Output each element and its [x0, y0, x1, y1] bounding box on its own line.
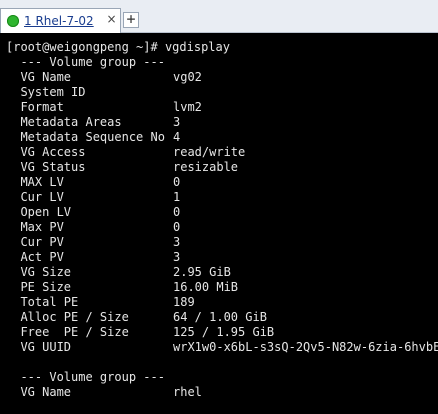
vg-field-value: wrX1w0-x6bL-s3sQ-2Qv5-N82w-6zia-6hvbE8 — [173, 340, 438, 354]
vg-field-label: VG Name — [6, 385, 72, 399]
terminal-output[interactable]: [root@weigongpeng ~]# vgdisplay --- Volu… — [0, 33, 438, 414]
vg-field-value: vg02 — [173, 70, 202, 84]
command-prompt-line: [root@weigongpeng ~]# vgdisplay — [6, 40, 230, 54]
vg-field-value: 1 — [173, 190, 181, 204]
vg-field-label: Format — [6, 100, 64, 114]
vg-field-label: Metadata Areas — [6, 115, 122, 129]
vg-field-label: VG Name — [6, 70, 72, 84]
vg-field-value: 125 / 1.95 GiB — [173, 325, 275, 339]
vg-field-value: 3 — [173, 235, 181, 249]
vg-field-value: 3 — [173, 250, 181, 264]
vg-field-label: MAX LV — [6, 175, 64, 189]
vg-field-value: 4 — [173, 130, 181, 144]
vg-field-label: Cur LV — [6, 190, 64, 204]
add-tab-button[interactable]: + — [123, 12, 139, 28]
vg-field-value: 2.95 GiB — [173, 265, 231, 279]
vg-field-label: Free PE / Size — [6, 325, 129, 339]
vg-field-value: 64 / 1.00 GiB — [173, 310, 267, 324]
vg-field-value: read/write — [173, 145, 246, 159]
vg-field-value: 16.00 MiB — [173, 280, 239, 294]
vg-field-label: Total PE — [6, 295, 79, 309]
vg-field-row: VG Name rhel — [6, 385, 201, 400]
vg-field-value: lvm2 — [173, 100, 202, 114]
vg-field-label: VG Access — [6, 145, 86, 159]
vg-field-value: resizable — [173, 160, 239, 174]
vg-field-value: 0 — [173, 205, 181, 219]
vg-field-value: 189 — [173, 295, 195, 309]
vg-field-value: rhel — [173, 385, 202, 399]
vg-field-label: Cur PV — [6, 235, 64, 249]
vg-field-label: Max PV — [6, 220, 64, 234]
vg-field-value: 3 — [173, 115, 181, 129]
vg-field-label: Metadata Sequence No — [6, 130, 165, 144]
tab-title[interactable]: 1 Rhel-7-02 — [24, 14, 94, 28]
volume-group-header: --- Volume group --- — [6, 55, 165, 69]
vg-field-label: Open LV — [6, 205, 72, 219]
tab-rhel-7-02[interactable]: 1 Rhel-7-02 × — [0, 8, 121, 33]
vg-field-value: 0 — [173, 220, 181, 234]
session-status-icon — [7, 15, 19, 27]
vg-field-label: Act PV — [6, 250, 64, 264]
vg-field-label: VG Size — [6, 265, 72, 279]
vg-field-label: System ID — [6, 85, 86, 99]
vg-field-label: PE Size — [6, 280, 72, 294]
close-icon[interactable]: × — [105, 13, 118, 26]
vg-field-label: VG Status — [6, 160, 86, 174]
volume-group-header-2: --- Volume group --- — [6, 370, 165, 384]
vg-field-label: VG UUID — [6, 340, 72, 354]
tab-bar: 1 Rhel-7-02 × + — [0, 0, 438, 33]
vg-field-label: Alloc PE / Size — [6, 310, 129, 324]
vg-field-value: 0 — [173, 175, 181, 189]
